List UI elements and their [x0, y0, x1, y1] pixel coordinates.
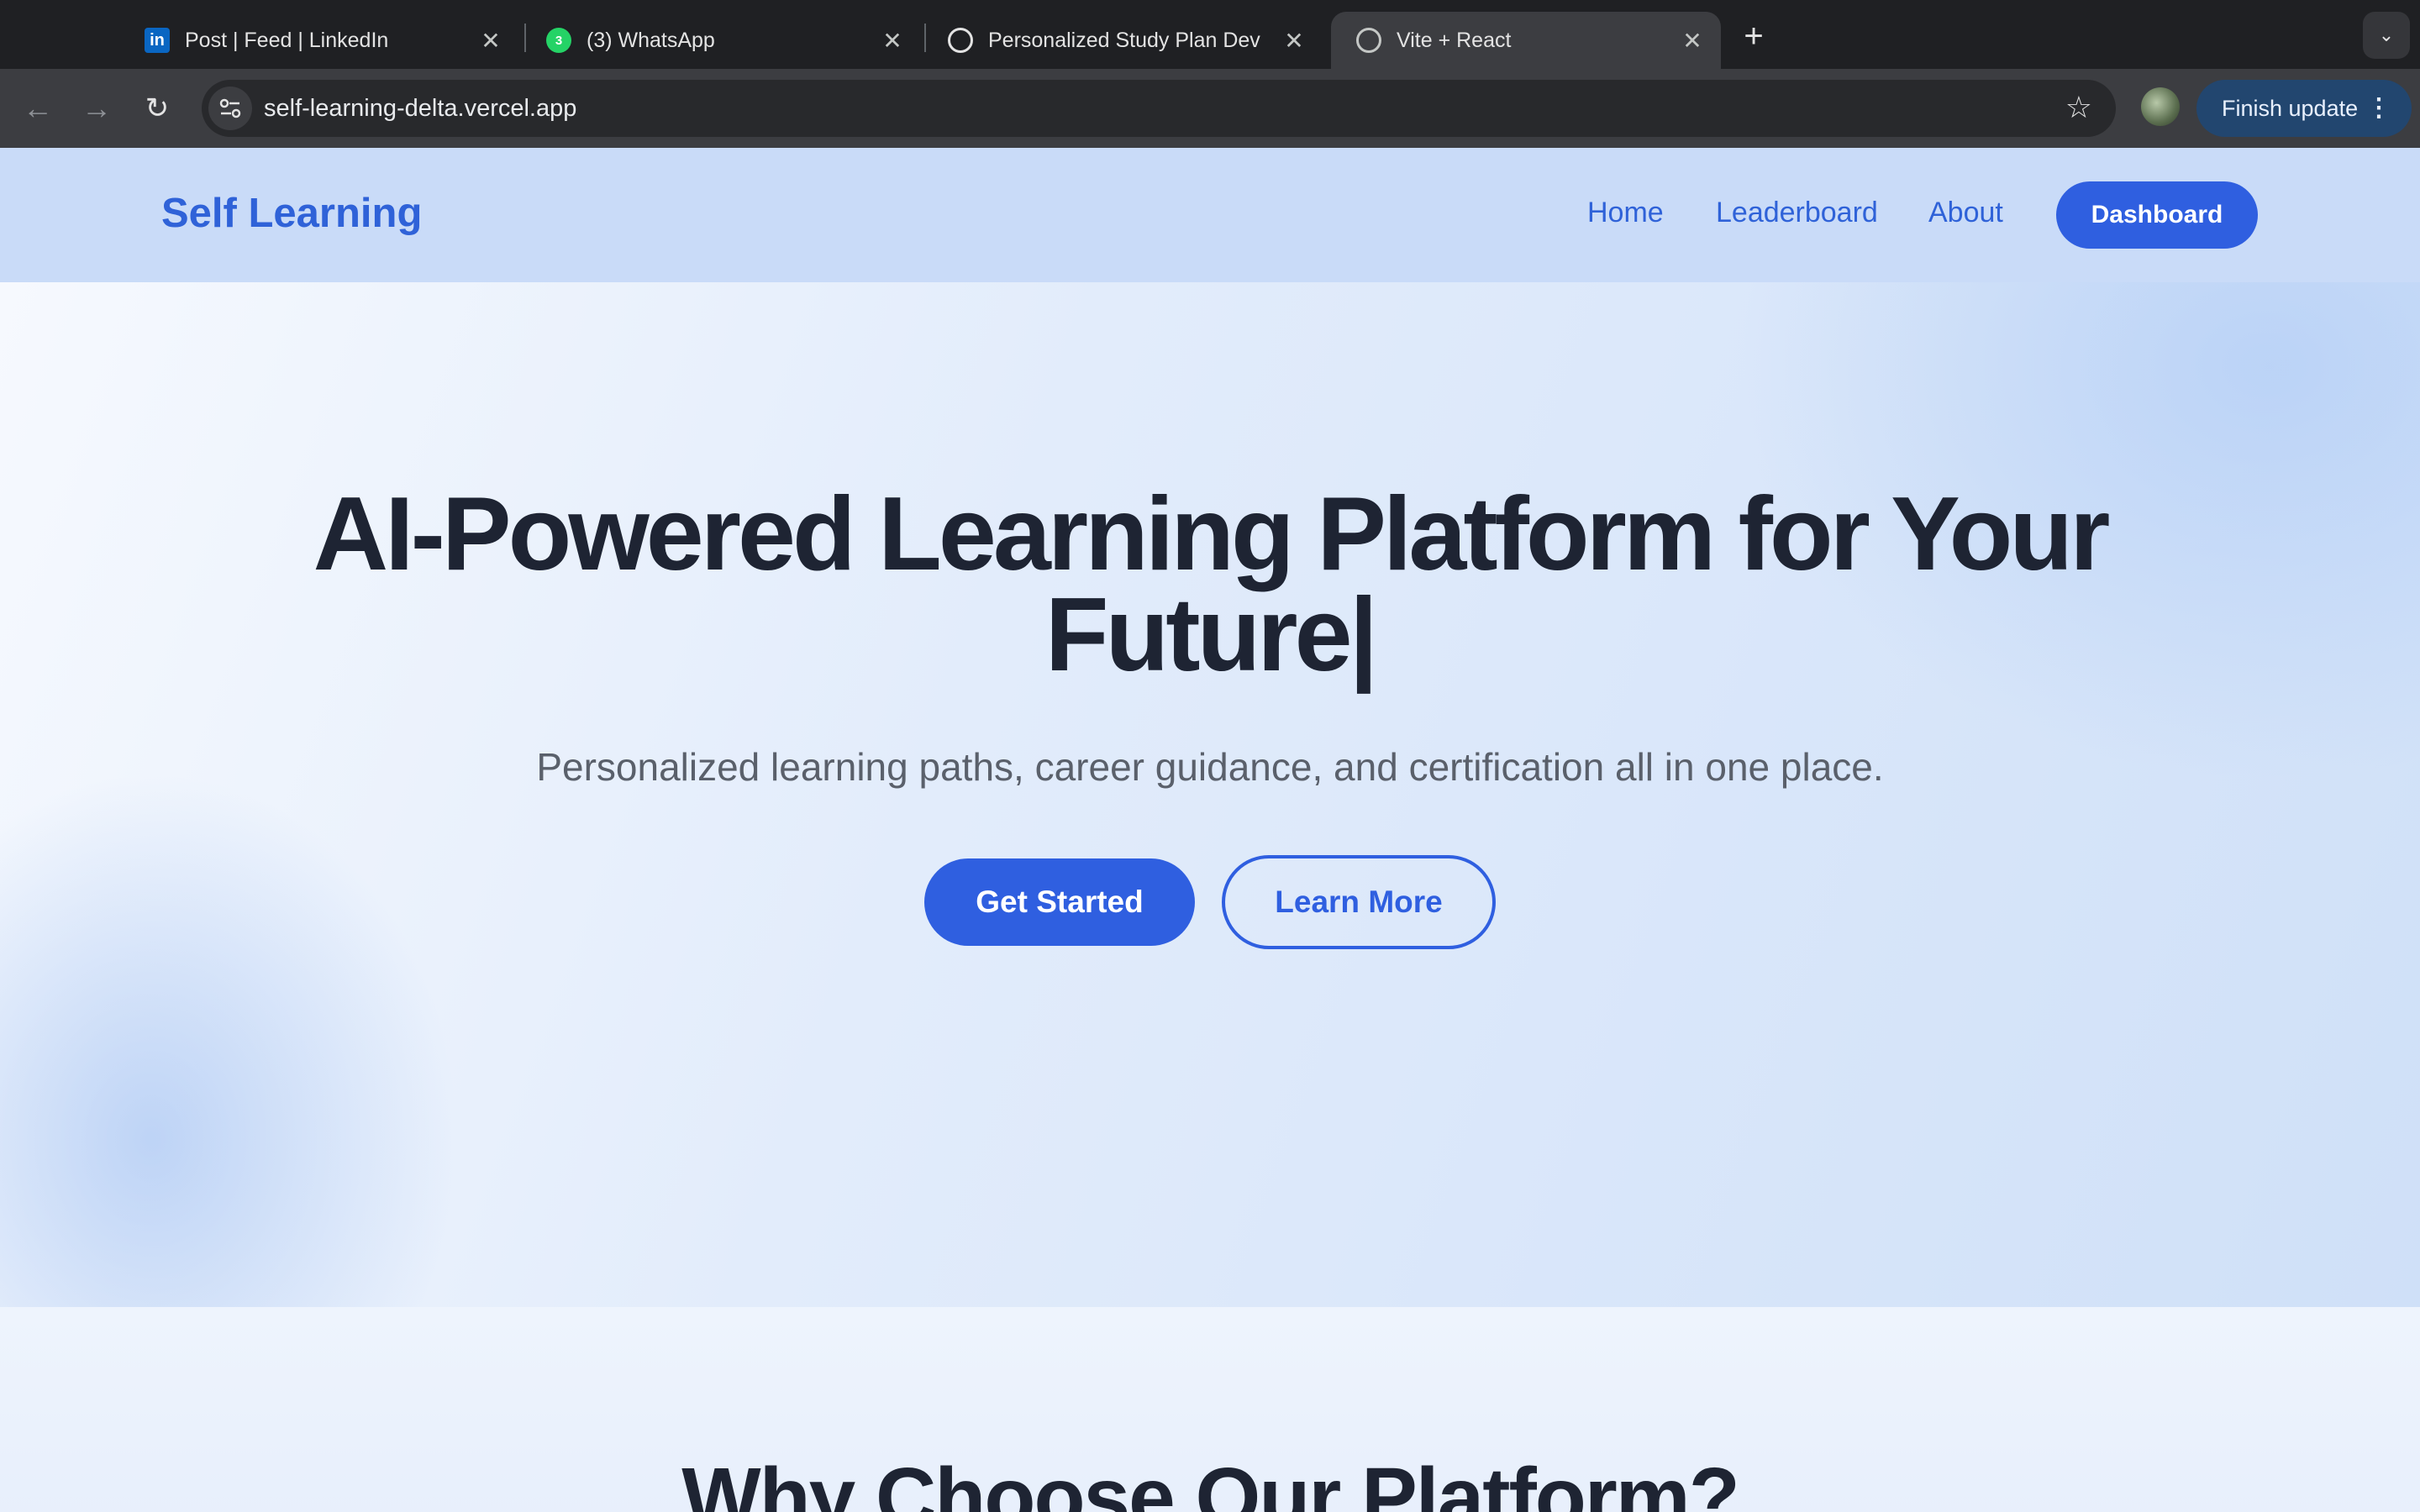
finish-update-button[interactable]: Finish update ⋮	[2196, 80, 2412, 137]
site-info-icon[interactable]	[208, 87, 252, 130]
tab-title: Vite + React	[1397, 28, 1512, 52]
globe-icon	[1356, 28, 1381, 53]
nav-leaderboard-link[interactable]: Leaderboard	[1716, 197, 1878, 229]
bookmark-star-icon[interactable]: ☆	[2065, 90, 2092, 125]
site-header: Self Learning Home Leaderboard About Das…	[0, 148, 2420, 282]
openai-icon	[948, 28, 973, 53]
browser-toolbar: ← → ↻ self-learning-delta.vercel.app ☆ F…	[0, 69, 2420, 148]
close-icon[interactable]: ✕	[1676, 24, 1709, 57]
nav-about-link[interactable]: About	[1928, 197, 2003, 229]
forward-arrow-icon[interactable]: →	[76, 87, 118, 129]
linkedin-icon: in	[145, 28, 170, 53]
profile-avatar[interactable]	[2141, 87, 2180, 126]
finish-update-label: Finish update	[2222, 95, 2359, 121]
tab-vite-react[interactable]: Vite + React ✕	[1331, 12, 1721, 69]
whatsapp-icon: 3	[546, 28, 571, 53]
tab-search-button[interactable]: ⌄	[2363, 12, 2410, 59]
tab-whatsapp[interactable]: 3 (3) WhatsApp ✕	[521, 12, 921, 69]
features-title: Why Choose Our Platform?	[681, 1451, 1740, 1512]
tab-title: Post | Feed | LinkedIn	[185, 28, 389, 52]
more-vert-icon: ⋮	[2366, 94, 2391, 122]
tab-title: Personalized Study Plan Dev	[988, 28, 1260, 52]
hero-section: AI-Powered Learning Platform for Your Fu…	[0, 282, 2420, 1307]
web-page: Self Learning Home Leaderboard About Das…	[0, 148, 2420, 1512]
dashboard-button[interactable]: Dashboard	[2056, 181, 2258, 249]
hero-title: AI-Powered Learning Platform for Your Fu…	[313, 476, 2111, 693]
hero-subtitle: Personalized learning paths, career guid…	[536, 745, 1884, 789]
close-icon[interactable]: ✕	[1277, 24, 1311, 57]
tab-linkedin[interactable]: in Post | Feed | LinkedIn ✕	[119, 12, 519, 69]
reload-icon[interactable]: ↻	[136, 87, 178, 129]
tab-strip: in Post | Feed | LinkedIn ✕ 3 (3) WhatsA…	[0, 0, 2420, 69]
get-started-button[interactable]: Get Started	[924, 858, 1195, 946]
new-tab-button[interactable]: +	[1733, 15, 1775, 57]
features-section: Why Choose Our Platform?	[0, 1307, 2420, 1512]
back-arrow-icon[interactable]: ←	[17, 87, 59, 129]
url-text[interactable]: self-learning-delta.vercel.app	[264, 95, 576, 123]
tab-title: (3) WhatsApp	[587, 28, 715, 52]
site-logo[interactable]: Self Learning	[161, 190, 422, 237]
address-bar[interactable]: self-learning-delta.vercel.app ☆	[202, 80, 2116, 137]
nav-home-link[interactable]: Home	[1587, 197, 1664, 229]
close-icon[interactable]: ✕	[474, 24, 508, 57]
close-icon[interactable]: ✕	[876, 24, 909, 57]
learn-more-button[interactable]: Learn More	[1222, 855, 1496, 949]
tab-study-plan[interactable]: Personalized Study Plan Dev ✕	[923, 12, 1323, 69]
